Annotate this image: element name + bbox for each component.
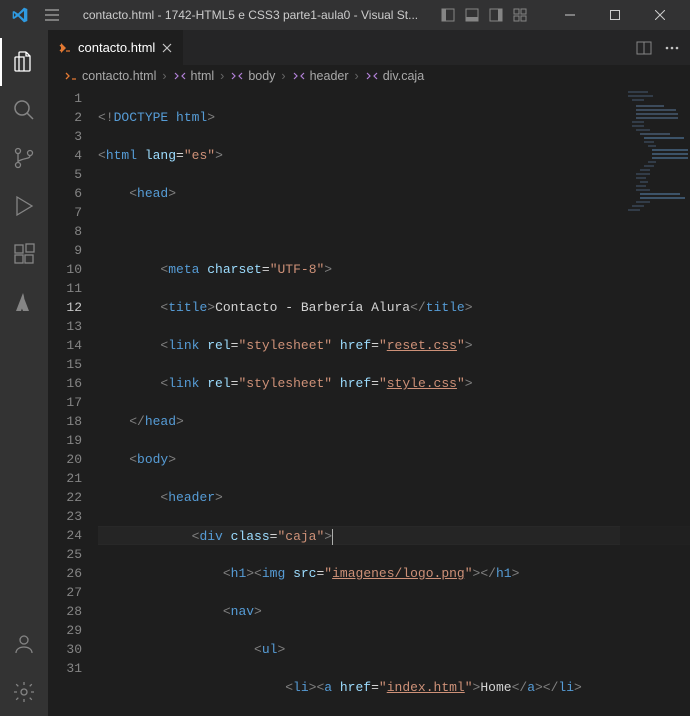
account-icon[interactable] bbox=[0, 620, 48, 668]
chevron-right-icon: › bbox=[353, 69, 361, 83]
maximize-button[interactable] bbox=[592, 0, 637, 30]
html-file-icon bbox=[64, 69, 78, 83]
tab-contacto[interactable]: contacto.html bbox=[48, 30, 184, 65]
activity-bar bbox=[0, 30, 48, 716]
settings-gear-icon[interactable] bbox=[0, 668, 48, 716]
breadcrumb-html[interactable]: html bbox=[191, 69, 215, 83]
more-actions-icon[interactable] bbox=[664, 40, 680, 56]
text-cursor bbox=[332, 529, 333, 545]
chevron-right-icon: › bbox=[218, 69, 226, 83]
line-number-gutter: 1234567891011121314151617181920212223242… bbox=[48, 87, 98, 716]
chevron-right-icon: › bbox=[279, 69, 287, 83]
layout-panel-right-icon[interactable] bbox=[485, 4, 507, 26]
symbol-icon bbox=[292, 69, 306, 83]
breadcrumb-header[interactable]: header bbox=[310, 69, 349, 83]
source-control-icon[interactable] bbox=[0, 134, 48, 182]
split-editor-icon[interactable] bbox=[636, 40, 652, 56]
breadcrumb-file[interactable]: contacto.html bbox=[82, 69, 156, 83]
minimap[interactable] bbox=[620, 87, 690, 716]
breadcrumbs[interactable]: contacto.html › html › body › header › d… bbox=[48, 65, 690, 87]
explorer-icon[interactable] bbox=[0, 38, 48, 86]
code-content[interactable]: <!DOCTYPE html> <html lang="es"> <head> … bbox=[98, 87, 690, 716]
window-title: contacto.html - 1742-HTML5 e CSS3 parte1… bbox=[72, 8, 429, 22]
layout-customize-icon[interactable] bbox=[509, 4, 531, 26]
window-controls bbox=[547, 0, 682, 30]
editor-area: contacto.html contacto.html › html › bbox=[48, 30, 690, 716]
html-file-icon bbox=[58, 41, 72, 55]
menu-icon[interactable] bbox=[40, 7, 64, 23]
tab-actions bbox=[626, 30, 690, 65]
editor-body[interactable]: 1234567891011121314151617181920212223242… bbox=[48, 87, 690, 716]
breadcrumb-div[interactable]: div.caja bbox=[383, 69, 424, 83]
search-icon[interactable] bbox=[0, 86, 48, 134]
editor-layout-icons bbox=[437, 4, 531, 26]
close-button[interactable] bbox=[637, 0, 682, 30]
atlassian-icon[interactable] bbox=[0, 278, 48, 326]
vscode-logo bbox=[8, 7, 32, 23]
run-debug-icon[interactable] bbox=[0, 182, 48, 230]
tab-label: contacto.html bbox=[78, 40, 155, 55]
breadcrumb-body[interactable]: body bbox=[248, 69, 275, 83]
chevron-right-icon: › bbox=[160, 69, 168, 83]
minimize-button[interactable] bbox=[547, 0, 592, 30]
symbol-icon bbox=[365, 69, 379, 83]
symbol-icon bbox=[230, 69, 244, 83]
layout-panel-bottom-icon[interactable] bbox=[461, 4, 483, 26]
extensions-icon[interactable] bbox=[0, 230, 48, 278]
titlebar: contacto.html - 1742-HTML5 e CSS3 parte1… bbox=[0, 0, 690, 30]
tab-close-icon[interactable] bbox=[161, 42, 173, 54]
tabs-bar: contacto.html bbox=[48, 30, 690, 65]
layout-panel-left-icon[interactable] bbox=[437, 4, 459, 26]
symbol-icon bbox=[173, 69, 187, 83]
